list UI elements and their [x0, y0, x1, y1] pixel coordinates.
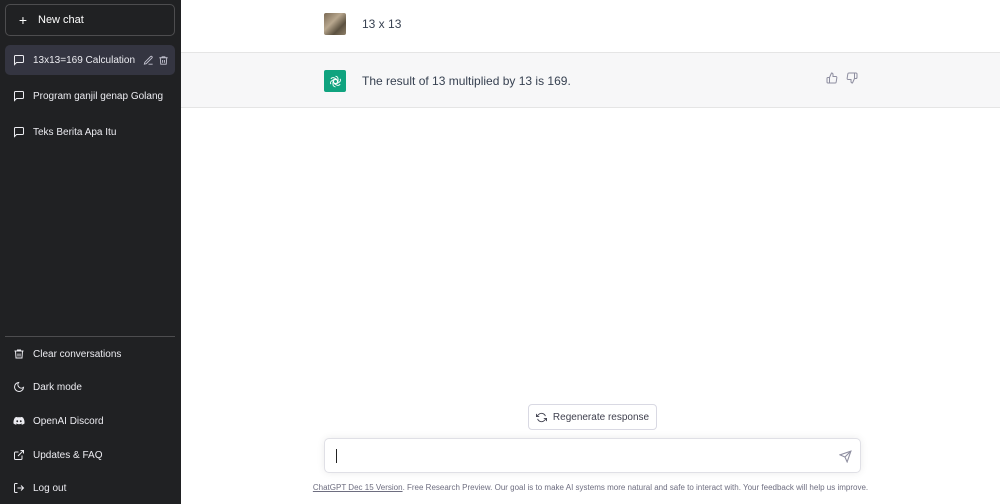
- moon-icon: [13, 381, 25, 393]
- text-caret: [336, 449, 337, 463]
- user-avatar: [324, 13, 346, 35]
- message-input[interactable]: [335, 447, 825, 467]
- sidebar: + New chat 13x13=169 Calculation Program…: [0, 0, 181, 504]
- assistant-message-row: The result of 13 multiplied by 13 is 169…: [181, 53, 1000, 108]
- regenerate-response-button[interactable]: Regenerate response: [528, 404, 657, 430]
- footer-disclaimer: ChatGPT Dec 15 Version. Free Research Pr…: [181, 483, 1000, 492]
- thumbs-down-icon[interactable]: [846, 72, 858, 84]
- menu-label: Clear conversations: [33, 348, 122, 360]
- conversation-item-3[interactable]: Teks Berita Apa Itu: [5, 117, 175, 147]
- chat-bubble-icon: [13, 54, 25, 66]
- user-message-text: 13 x 13: [362, 17, 402, 31]
- chat-bubble-icon: [13, 90, 25, 102]
- dark-mode-button[interactable]: Dark mode: [5, 372, 175, 402]
- version-link[interactable]: ChatGPT Dec 15 Version: [313, 483, 403, 492]
- edit-icon[interactable]: [143, 55, 154, 66]
- external-link-icon: [13, 449, 25, 461]
- plus-icon: +: [18, 12, 28, 28]
- conversation-label: Program ganjil genap Golang: [33, 90, 164, 102]
- assistant-message-text: The result of 13 multiplied by 13 is 169…: [362, 74, 571, 88]
- thumbs-up-icon[interactable]: [826, 72, 838, 84]
- log-out-button[interactable]: Log out: [5, 473, 175, 503]
- menu-label: Updates & FAQ: [33, 449, 103, 461]
- sidebar-divider: [5, 336, 175, 337]
- updates-faq-link[interactable]: Updates & FAQ: [5, 440, 175, 470]
- menu-label: Log out: [33, 482, 67, 494]
- chat-bubble-icon: [13, 126, 25, 138]
- openai-discord-link[interactable]: OpenAI Discord: [5, 406, 175, 436]
- conversation-label: 13x13=169 Calculation: [33, 54, 136, 66]
- openai-logo-icon: [324, 70, 346, 92]
- new-chat-label: New chat: [38, 14, 84, 26]
- send-icon[interactable]: [839, 450, 852, 463]
- delete-icon[interactable]: [158, 55, 169, 66]
- conversation-item-1[interactable]: 13x13=169 Calculation: [5, 45, 175, 75]
- footer-text: . Free Research Preview. Our goal is to …: [402, 483, 869, 492]
- trash-icon: [13, 348, 25, 360]
- refresh-icon: [535, 412, 547, 423]
- conversation-item-2[interactable]: Program ganjil genap Golang: [5, 81, 175, 111]
- chat-main: 13 x 13 The result of 13 multiplied by 1…: [181, 0, 1000, 504]
- new-chat-button[interactable]: + New chat: [5, 4, 175, 36]
- regenerate-label: Regenerate response: [552, 411, 650, 423]
- user-message-row: 13 x 13: [181, 0, 1000, 53]
- menu-label: OpenAI Discord: [33, 415, 104, 427]
- message-input-box: [324, 438, 861, 473]
- menu-label: Dark mode: [33, 381, 82, 393]
- discord-icon: [13, 415, 25, 427]
- conversation-label: Teks Berita Apa Itu: [33, 126, 117, 138]
- logout-icon: [13, 482, 25, 494]
- clear-conversations-button[interactable]: Clear conversations: [5, 339, 175, 369]
